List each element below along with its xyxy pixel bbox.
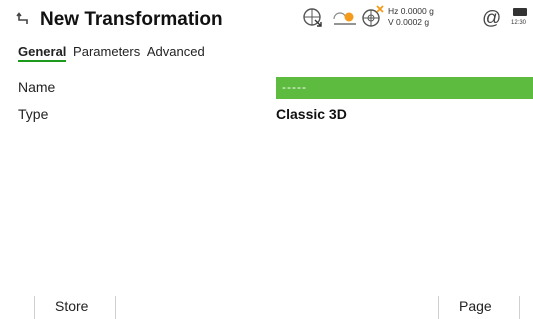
tab-general[interactable]: General xyxy=(18,44,67,62)
prism-icon[interactable] xyxy=(332,10,358,26)
tab-advanced[interactable]: Advanced xyxy=(147,44,205,60)
page-title: New Transformation xyxy=(40,9,223,30)
page-button[interactable]: Page xyxy=(459,298,492,314)
back-arrow-icon[interactable] xyxy=(16,12,30,26)
function-key-bar: Store Page xyxy=(0,292,533,319)
type-label: Type xyxy=(18,106,49,122)
name-label: Name xyxy=(18,79,56,95)
divider xyxy=(34,296,35,319)
name-field[interactable]: ----- xyxy=(276,77,533,99)
v-readout: V 0.0002 g xyxy=(388,17,430,27)
type-row: Type Classic 3D xyxy=(0,104,533,126)
title-bar: New Transformation Hz 0.0000 g V 0.0002 … xyxy=(0,0,533,40)
angle-readout: Hz 0.0000 g V 0.0002 g xyxy=(388,6,434,28)
battery-icon xyxy=(513,8,527,16)
tab-bar: General Parameters Advanced xyxy=(18,44,208,62)
hz-readout: Hz 0.0000 g xyxy=(388,6,434,16)
divider xyxy=(438,296,439,319)
store-button[interactable]: Store xyxy=(55,298,88,314)
at-icon[interactable]: @ xyxy=(482,8,501,30)
tab-parameters[interactable]: Parameters xyxy=(73,44,140,60)
name-row: Name ----- xyxy=(0,77,533,99)
target-arrow-icon[interactable] xyxy=(302,7,324,29)
divider xyxy=(115,296,116,319)
clock-time: 12:30 xyxy=(511,20,527,26)
divider xyxy=(519,296,520,319)
type-select[interactable]: Classic 3D xyxy=(276,106,347,122)
crosshair-warning-icon[interactable] xyxy=(361,5,385,29)
